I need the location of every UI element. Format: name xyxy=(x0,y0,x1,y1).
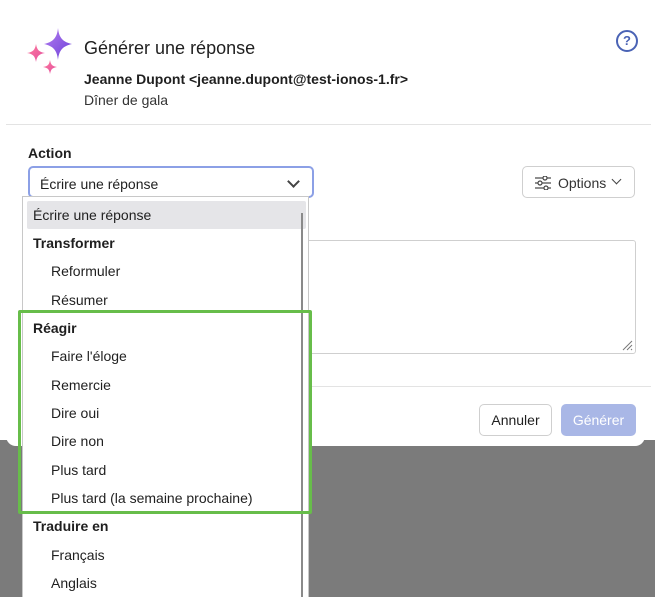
dropdown-option-francais[interactable]: Français xyxy=(23,541,293,569)
sender-address: Jeanne Dupont <jeanne.dupont@test-ionos-… xyxy=(84,71,409,87)
sliders-icon xyxy=(535,176,551,190)
resize-handle-icon[interactable] xyxy=(621,339,633,351)
group-label: Traduire en xyxy=(33,518,109,534)
email-subject: Dîner de gala xyxy=(84,92,169,108)
dropdown-option-anglais[interactable]: Anglais xyxy=(23,569,293,597)
chevron-down-icon xyxy=(287,175,300,188)
dialog-title: Générer une réponse xyxy=(84,38,256,58)
header-divider xyxy=(6,124,651,125)
options-button-label: Options xyxy=(558,175,607,191)
option-label: Français xyxy=(51,547,105,563)
action-select-value: Écrire une réponse xyxy=(40,176,159,192)
prompt-textarea[interactable] xyxy=(306,240,636,354)
highlight-frame xyxy=(18,310,312,514)
chevron-down-icon xyxy=(611,174,622,185)
dropdown-option-reformuler[interactable]: Reformuler xyxy=(23,257,293,285)
help-icon[interactable]: ? xyxy=(616,30,638,52)
dropdown-option-write-reply[interactable]: Écrire une réponse xyxy=(27,201,306,229)
option-label: Écrire une réponse xyxy=(33,207,152,223)
generate-button[interactable]: Générer xyxy=(561,404,636,436)
cancel-button[interactable]: Annuler xyxy=(479,404,552,436)
options-button[interactable]: Options xyxy=(522,166,635,198)
dropdown-group-traduire: Traduire en xyxy=(23,512,293,540)
footer-divider xyxy=(306,386,651,387)
ai-sparkle-icon xyxy=(27,28,72,74)
option-label: Anglais xyxy=(51,575,97,591)
action-select[interactable]: Écrire une réponse xyxy=(28,166,314,198)
action-label: Action xyxy=(28,145,72,161)
dropdown-group-transformer: Transformer xyxy=(23,229,293,257)
group-label: Transformer xyxy=(33,235,115,251)
option-label: Reformuler xyxy=(51,263,121,279)
